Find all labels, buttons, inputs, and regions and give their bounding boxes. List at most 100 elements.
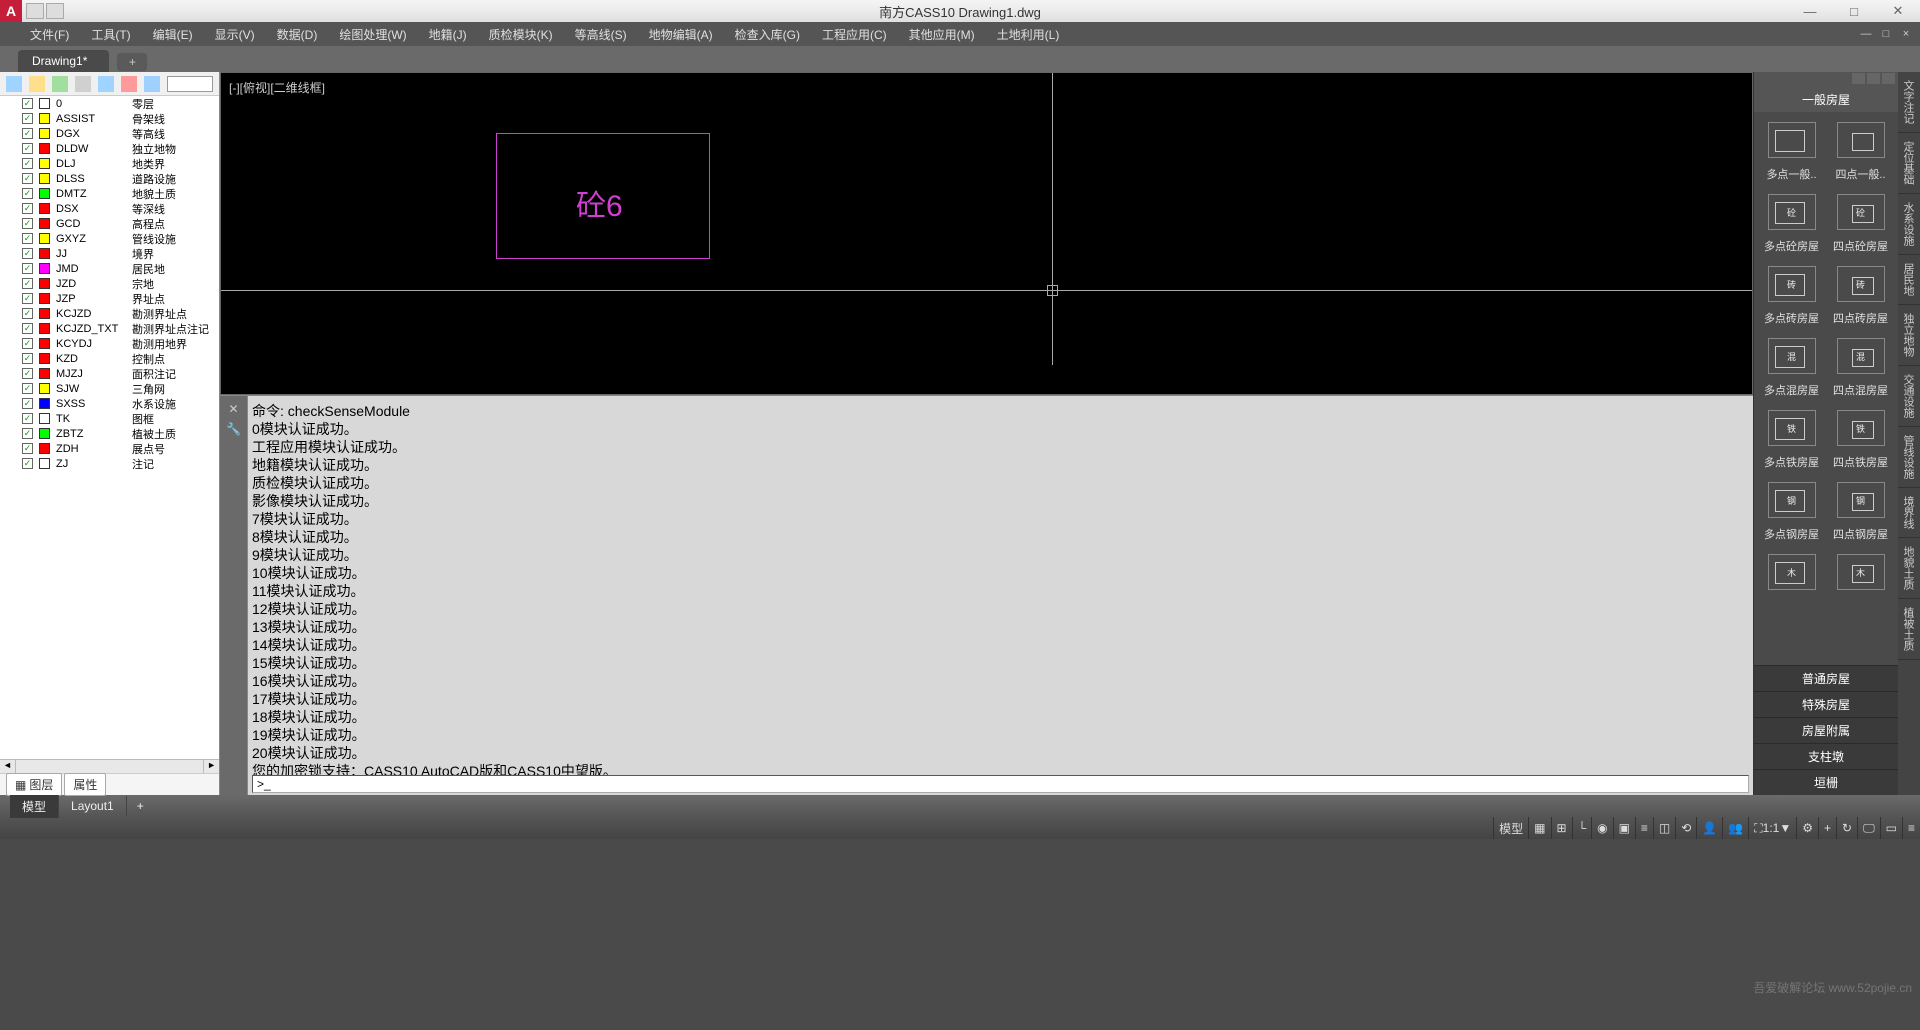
- viewport-label[interactable]: [-][俯视][二维线框]: [229, 79, 325, 96]
- rail-category[interactable]: 境界线: [1898, 488, 1920, 538]
- sb-osnap-icon[interactable]: ▣: [1613, 817, 1635, 839]
- menu-view[interactable]: 显示(V): [215, 26, 255, 43]
- palette-item[interactable]: 铁四点铁房屋: [1829, 410, 1892, 470]
- layer-list[interactable]: ✓0零层✓ASSIST骨架线✓DGX等高线✓DLDW独立地物✓DLJ地类界✓DL…: [0, 96, 219, 759]
- layer-checkbox[interactable]: ✓: [22, 338, 33, 349]
- layer-checkbox[interactable]: ✓: [22, 143, 33, 154]
- menu-engineering[interactable]: 工程应用(C): [822, 26, 887, 43]
- sb-people-icon[interactable]: 👤: [1696, 817, 1722, 839]
- layer-checkbox[interactable]: ✓: [22, 428, 33, 439]
- layer-row[interactable]: ✓KCJZD勘测界址点: [0, 306, 219, 321]
- sb-annoscale[interactable]: ⛶ 1:1 ▼: [1748, 817, 1796, 839]
- layer-row[interactable]: ✓ASSIST骨架线: [0, 111, 219, 126]
- rail-category[interactable]: 定位基础: [1898, 133, 1920, 194]
- command-input[interactable]: >_: [252, 775, 1749, 793]
- menu-check[interactable]: 检查入库(G): [735, 26, 800, 43]
- palette-item[interactable]: 钢多点钢房屋: [1760, 482, 1823, 542]
- sb-expand-icon[interactable]: ▭: [1880, 817, 1902, 839]
- layer-hscrollbar[interactable]: [0, 759, 219, 773]
- palette-view-icon[interactable]: [1867, 73, 1880, 84]
- layer-row[interactable]: ✓SJW三角网: [0, 381, 219, 396]
- palette-item[interactable]: 混多点混房屋: [1760, 338, 1823, 398]
- menu-tools[interactable]: 工具(T): [91, 26, 130, 43]
- rail-category[interactable]: 水系设施: [1898, 194, 1920, 255]
- layer-tool-icon[interactable]: [121, 76, 137, 92]
- layer-row[interactable]: ✓TK图框: [0, 411, 219, 426]
- layer-row[interactable]: ✓ZBTZ植被土质: [0, 426, 219, 441]
- cmd-options-icon[interactable]: 🔧: [226, 422, 241, 436]
- layer-color-swatch[interactable]: [39, 233, 50, 244]
- palette-category[interactable]: 垣栅: [1754, 769, 1898, 795]
- rail-category[interactable]: 交通设施: [1898, 366, 1920, 427]
- layer-tool-icon[interactable]: [98, 76, 114, 92]
- layer-checkbox[interactable]: ✓: [22, 263, 33, 274]
- layer-checkbox[interactable]: ✓: [22, 323, 33, 334]
- layer-row[interactable]: ✓GXYZ管线设施: [0, 231, 219, 246]
- doc-restore-icon[interactable]: □: [1878, 28, 1894, 40]
- close-button[interactable]: ✕: [1876, 0, 1920, 22]
- rail-category[interactable]: 文字注记: [1898, 72, 1920, 133]
- drawing-viewport[interactable]: [-][俯视][二维线框] 砼6: [220, 72, 1753, 395]
- rail-category[interactable]: 居民地: [1898, 255, 1920, 305]
- sb-add-icon[interactable]: +: [1818, 817, 1836, 839]
- palette-category[interactable]: 支柱墩: [1754, 743, 1898, 769]
- layer-color-swatch[interactable]: [39, 308, 50, 319]
- layer-checkbox[interactable]: ✓: [22, 233, 33, 244]
- layer-color-swatch[interactable]: [39, 413, 50, 424]
- layer-tool-icon[interactable]: [75, 76, 91, 92]
- rail-category[interactable]: 植被土质: [1898, 599, 1920, 660]
- menu-diji[interactable]: 地籍(J): [429, 26, 467, 43]
- palette-item[interactable]: 木: [1760, 554, 1823, 598]
- layer-color-swatch[interactable]: [39, 353, 50, 364]
- layer-row[interactable]: ✓DLSS道路设施: [0, 171, 219, 186]
- palette-item[interactable]: 砼四点砼房屋: [1829, 194, 1892, 254]
- sb-ortho-icon[interactable]: └: [1572, 817, 1592, 839]
- layer-checkbox[interactable]: ✓: [22, 278, 33, 289]
- rail-category[interactable]: 独立地物: [1898, 305, 1920, 366]
- palette-item[interactable]: 四点一般..: [1829, 122, 1892, 182]
- layer-row[interactable]: ✓KCJZD_TXT勘测界址点注记: [0, 321, 219, 336]
- layer-checkbox[interactable]: ✓: [22, 308, 33, 319]
- sb-transparency-icon[interactable]: ◫: [1653, 817, 1675, 839]
- menu-landuse[interactable]: 土地利用(L): [997, 26, 1060, 43]
- layer-row[interactable]: ✓JZP界址点: [0, 291, 219, 306]
- layer-color-swatch[interactable]: [39, 113, 50, 124]
- layer-checkbox[interactable]: ✓: [22, 203, 33, 214]
- layer-checkbox[interactable]: ✓: [22, 368, 33, 379]
- layer-color-swatch[interactable]: [39, 128, 50, 139]
- layer-checkbox[interactable]: ✓: [22, 173, 33, 184]
- minimize-button[interactable]: —: [1788, 0, 1832, 22]
- layer-row[interactable]: ✓SXSS水系设施: [0, 396, 219, 411]
- layer-row[interactable]: ✓KZD控制点: [0, 351, 219, 366]
- palette-view-icon[interactable]: [1882, 73, 1895, 84]
- layer-color-swatch[interactable]: [39, 143, 50, 154]
- layer-checkbox[interactable]: ✓: [22, 413, 33, 424]
- tab-layers[interactable]: ▦ 图层: [6, 773, 62, 796]
- layer-color-swatch[interactable]: [39, 398, 50, 409]
- layer-tool-icon[interactable]: [52, 76, 68, 92]
- rail-category[interactable]: 地貌土质: [1898, 538, 1920, 599]
- layer-checkbox[interactable]: ✓: [22, 98, 33, 109]
- sb-model-button[interactable]: 模型: [1493, 817, 1528, 839]
- layer-checkbox[interactable]: ✓: [22, 383, 33, 394]
- layer-color-swatch[interactable]: [39, 218, 50, 229]
- palette-item[interactable]: 砖四点砖房屋: [1829, 266, 1892, 326]
- menu-contour[interactable]: 等高线(S): [575, 26, 627, 43]
- palette-item[interactable]: 木: [1829, 554, 1892, 598]
- layer-checkbox[interactable]: ✓: [22, 458, 33, 469]
- tab-layout1[interactable]: Layout1: [59, 796, 127, 816]
- add-layout-button[interactable]: +: [127, 796, 154, 816]
- layer-color-swatch[interactable]: [39, 98, 50, 109]
- layer-checkbox[interactable]: ✓: [22, 158, 33, 169]
- menu-feature-edit[interactable]: 地物编辑(A): [649, 26, 713, 43]
- sb-customize-icon[interactable]: ≡: [1902, 817, 1920, 839]
- sb-cycling-icon[interactable]: ⟲: [1675, 817, 1696, 839]
- palette-category[interactable]: 房屋附属: [1754, 717, 1898, 743]
- layer-row[interactable]: ✓ZDH展点号: [0, 441, 219, 456]
- palette-item[interactable]: 钢四点钢房屋: [1829, 482, 1892, 542]
- layer-checkbox[interactable]: ✓: [22, 353, 33, 364]
- new-tab-button[interactable]: +: [117, 53, 147, 71]
- menu-qc[interactable]: 质检模块(K): [489, 26, 553, 43]
- sb-people-icon[interactable]: 👥: [1722, 817, 1748, 839]
- layer-color-swatch[interactable]: [39, 278, 50, 289]
